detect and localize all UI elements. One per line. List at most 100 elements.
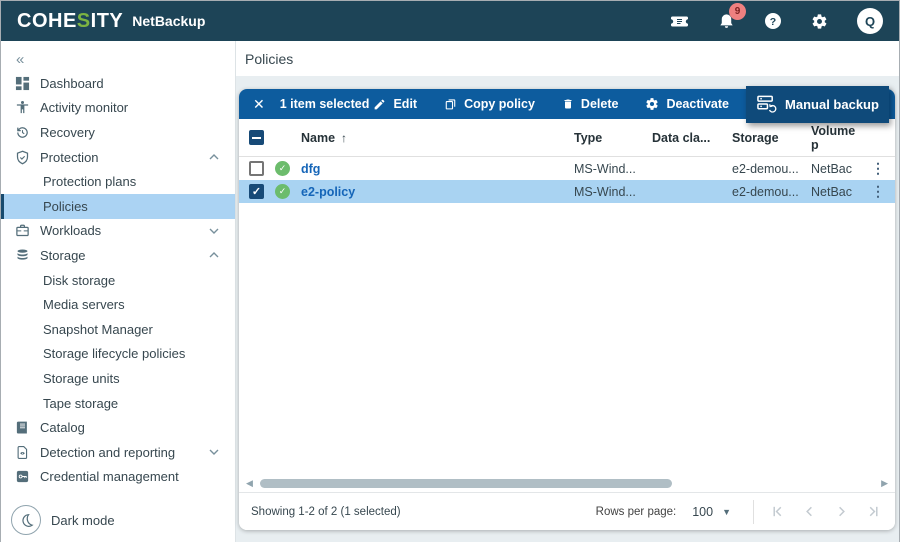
column-header-name[interactable]: Name	[301, 131, 335, 145]
dark-mode-toggle[interactable]: Dark mode	[11, 505, 115, 535]
copy-icon	[444, 97, 457, 111]
copy-policy-button[interactable]: Copy policy	[444, 97, 535, 111]
sidebar-item-snapshot-manager[interactable]: Snapshot Manager	[1, 317, 235, 342]
action-label: Deactivate	[666, 97, 729, 111]
sidebar-item-protection-plans[interactable]: Protection plans	[1, 169, 235, 194]
clear-selection-icon[interactable]: ✕	[253, 97, 265, 111]
scroll-left-icon[interactable]: ◀	[246, 478, 253, 489]
action-label: Delete	[580, 97, 619, 111]
gear-icon[interactable]	[811, 13, 828, 30]
sidebar-item-recovery[interactable]: Recovery	[1, 120, 235, 145]
first-page-button[interactable]	[768, 502, 787, 521]
sidebar-item-label: Workloads	[40, 223, 102, 239]
notifications-bell-icon[interactable]: 9	[718, 3, 746, 30]
action-label: Edit	[393, 97, 418, 111]
previous-page-button[interactable]	[800, 502, 819, 521]
chevron-down-icon	[209, 449, 219, 456]
sidebar-item-label: Protection	[40, 149, 99, 165]
row-checkbox[interactable]	[249, 161, 264, 176]
brand-part2: ITY	[90, 9, 124, 32]
selection-toolbar: ✕ 1 item selected Edit Copy policy Delete D…	[239, 86, 895, 123]
sidebar-item-activity-monitor[interactable]: Activity monitor	[1, 96, 235, 121]
column-header-storage[interactable]: Storage	[732, 131, 811, 145]
credential-management-icon	[15, 468, 32, 485]
cell-storage: e2-demou...	[732, 184, 799, 199]
table-footer: Showing 1-2 of 2 (1 selected) Rows per p…	[239, 492, 895, 530]
sidebar-nav: Dashboard Activity monitor Recovery Protect…	[1, 71, 235, 489]
sidebar-item-storage[interactable]: Storage	[1, 243, 235, 268]
manual-backup-label: Manual backup	[785, 97, 879, 112]
brand-part1: COHE	[17, 9, 77, 32]
user-avatar[interactable]: Q	[857, 8, 883, 34]
sidebar-item-label: Protection plans	[43, 174, 137, 190]
row-checkbox[interactable]: ✓	[249, 184, 264, 199]
ticket-icon[interactable]	[670, 13, 689, 30]
sidebar-collapse-icon[interactable]: «	[1, 47, 235, 71]
sidebar-item-credential-management[interactable]: Credential management	[1, 465, 235, 490]
sidebar-item-label: Recovery	[40, 124, 95, 140]
cell-storage: e2-demou...	[732, 161, 799, 176]
main-content: Policies ✕ 1 item selected Edit Copy poli…	[236, 41, 899, 542]
sidebar-item-policies[interactable]: Policies	[1, 193, 235, 219]
sidebar-item-detection-and-reporting[interactable]: Detection and reporting	[1, 440, 235, 465]
help-icon[interactable]: ?	[764, 12, 782, 30]
showing-text: Showing 1-2 of 2 (1 selected)	[251, 505, 401, 518]
sidebar-item-catalog[interactable]: Catalog	[1, 415, 235, 440]
svg-text:?: ?	[770, 16, 776, 28]
sidebar-item-tape-storage[interactable]: Tape storage	[1, 391, 235, 416]
row-menu-icon[interactable]: ⋮	[871, 183, 885, 200]
dark-mode-label: Dark mode	[51, 512, 115, 528]
chevron-up-icon	[209, 252, 219, 258]
sidebar-item-dashboard[interactable]: Dashboard	[1, 71, 235, 96]
dashboard-icon	[15, 75, 32, 92]
next-page-button[interactable]	[832, 502, 851, 521]
row-menu-icon[interactable]: ⋮	[871, 160, 885, 177]
sidebar-item-storage-lifecycle-policies[interactable]: Storage lifecycle policies	[1, 342, 235, 367]
rows-per-page-caret-icon[interactable]: ▼	[722, 507, 731, 517]
select-all-checkbox[interactable]	[249, 130, 264, 145]
deactivate-button[interactable]: Deactivate	[645, 97, 729, 111]
cohesity-logo: COHE S ITY	[17, 10, 123, 33]
sidebar-item-workloads[interactable]: Workloads	[1, 219, 235, 244]
manual-backup-button[interactable]: Manual backup	[746, 86, 889, 123]
sort-asc-icon[interactable]: ↑	[341, 131, 347, 145]
chevron-up-icon	[209, 154, 219, 160]
delete-button[interactable]: Delete	[562, 97, 619, 111]
column-header-type[interactable]: Type	[574, 131, 652, 145]
sidebar-item-label: Storage	[40, 247, 86, 263]
column-header-data-classification[interactable]: Data cla...	[652, 131, 732, 145]
sidebar-item-storage-units[interactable]: Storage units	[1, 366, 235, 391]
sidebar-item-label: Disk storage	[43, 272, 116, 288]
table-body: ✓ dfg MS-Wind... e2-demou... NetBac ⋮ ✓ ✓ e2-pol…	[239, 157, 895, 203]
action-label: Copy policy	[464, 97, 535, 111]
rows-per-page-value[interactable]: 100	[692, 505, 713, 519]
recovery-icon	[15, 124, 32, 141]
scrollbar-thumb[interactable]	[259, 478, 672, 488]
policy-name-link[interactable]: e2-policy	[301, 185, 355, 199]
policy-name-link[interactable]: dfg	[301, 162, 320, 176]
brand-s: S	[76, 9, 91, 32]
sidebar-item-media-servers[interactable]: Media servers	[1, 292, 235, 317]
sidebar-item-protection[interactable]: Protection	[1, 145, 235, 170]
status-active-icon: ✓	[275, 184, 290, 199]
top-bar: COHE S ITY NetBackup 9 ? Q	[1, 1, 899, 41]
product-name: NetBackup	[132, 13, 206, 29]
table-header: Name ↑ Type Data cla... Storage Volume p	[239, 119, 895, 157]
table-row-e2-policy[interactable]: ✓ ✓ e2-policy MS-Wind... e2-demou... NetBac ⋮	[239, 180, 895, 203]
workloads-icon	[15, 222, 32, 239]
sidebar-item-disk-storage[interactable]: Disk storage	[1, 268, 235, 293]
sidebar-item-label: Storage lifecycle policies	[43, 346, 186, 362]
last-page-button[interactable]	[864, 502, 883, 521]
cell-type: MS-Wind...	[574, 184, 636, 199]
table-row-dfg[interactable]: ✓ dfg MS-Wind... e2-demou... NetBac ⋮	[239, 157, 895, 180]
scroll-right-icon[interactable]: ▶	[881, 478, 888, 489]
edit-button[interactable]: Edit	[373, 97, 417, 111]
chevron-down-icon	[209, 228, 219, 234]
delete-icon	[562, 97, 574, 111]
column-header-volume-pool[interactable]: Volume p	[811, 124, 863, 152]
cell-volume-pool: NetBac	[811, 184, 852, 199]
sidebar-item-label: Policies	[43, 198, 88, 214]
policies-card: ✕ 1 item selected Edit Copy policy Delete D…	[239, 86, 895, 530]
rows-per-page-label: Rows per page:	[595, 505, 677, 518]
sidebar-item-label: Media servers	[43, 297, 125, 313]
